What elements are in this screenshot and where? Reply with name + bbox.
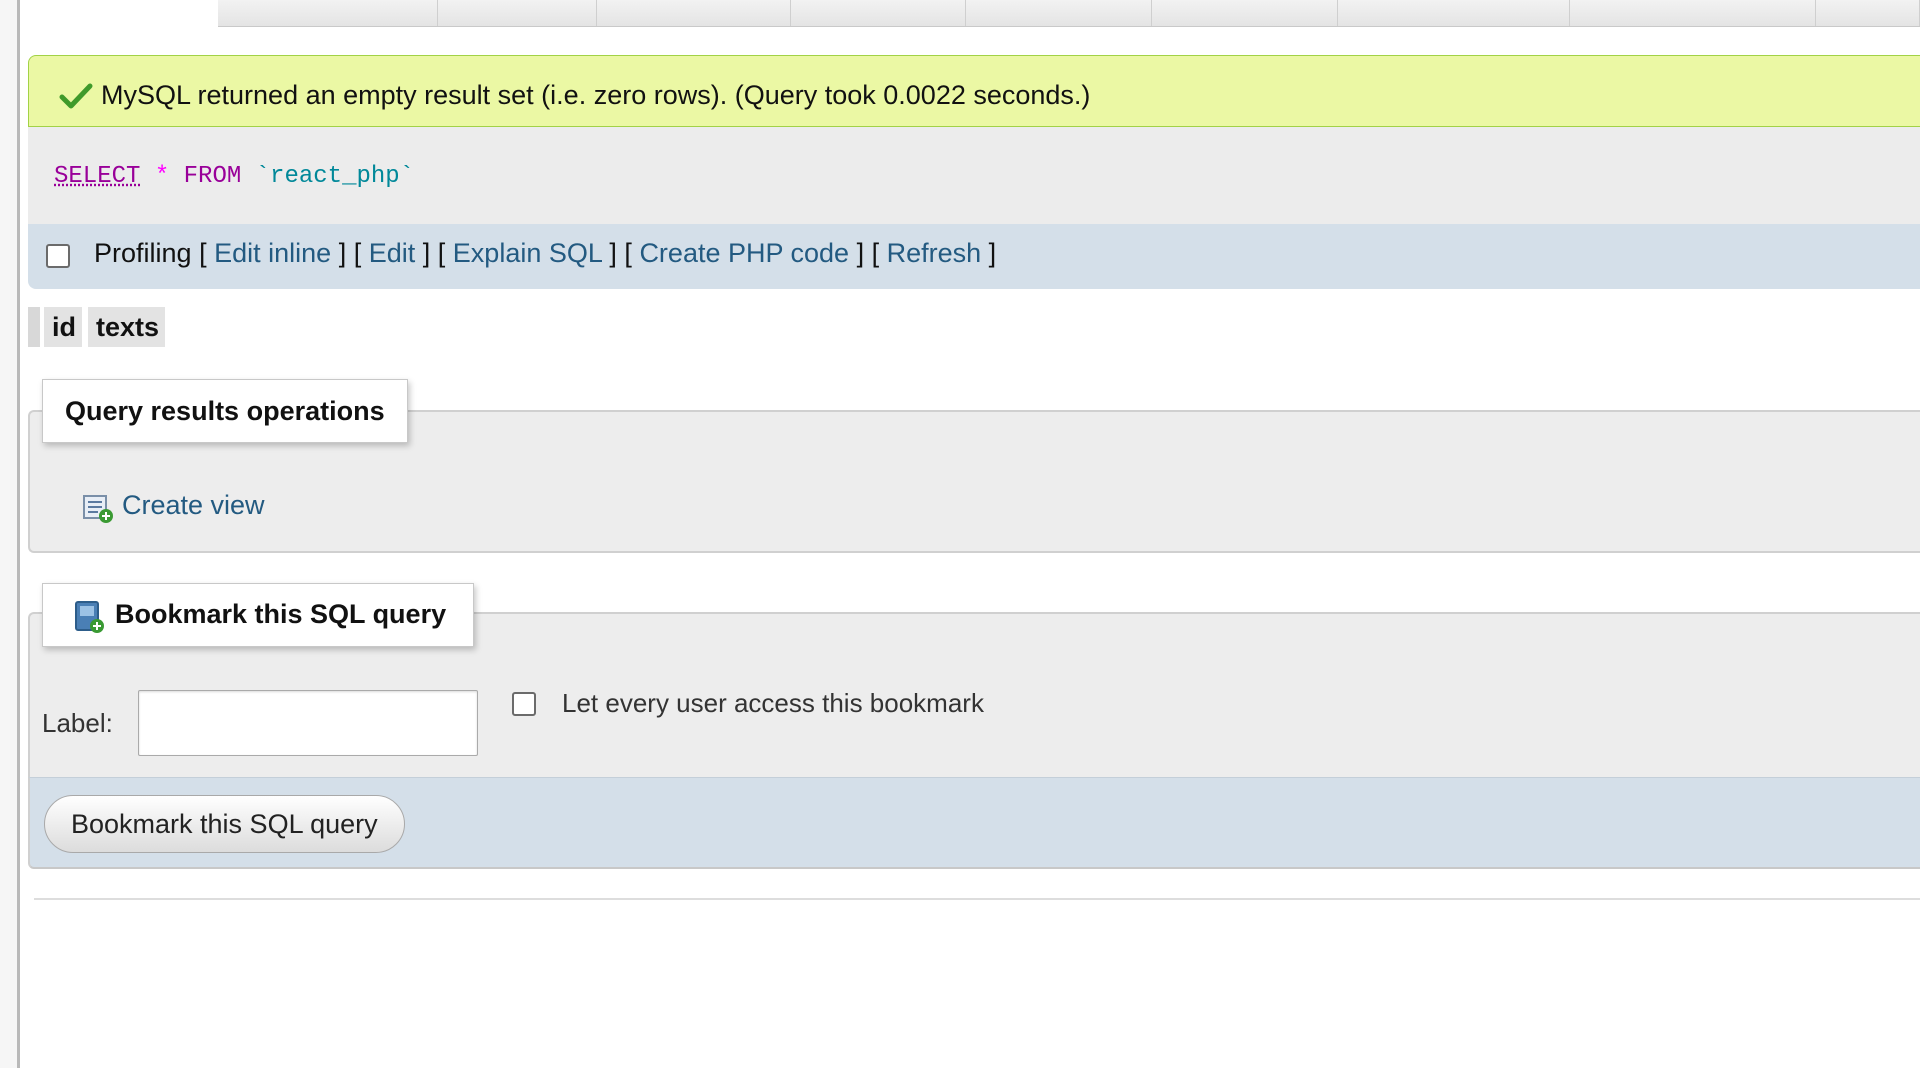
sql-star: * [154, 163, 170, 190]
top-tab[interactable] [1338, 0, 1570, 26]
explain-sql-link[interactable]: Explain SQL [453, 238, 602, 268]
create-view-label[interactable]: Create view [122, 490, 265, 521]
top-tab[interactable] [790, 0, 967, 26]
column-header-texts[interactable]: texts [88, 307, 165, 347]
top-tab[interactable] [966, 0, 1153, 26]
top-tab-bar [218, 0, 1920, 27]
column-spacer [28, 307, 40, 347]
bookmark-fieldset: Bookmark this SQL query Label: Let every… [28, 583, 1920, 779]
left-panel-edge [0, 0, 20, 1068]
edit-link[interactable]: Edit [369, 238, 416, 268]
create-php-code-link[interactable]: Create PHP code [639, 238, 849, 268]
refresh-link[interactable]: Refresh [887, 238, 982, 268]
divider [34, 898, 1920, 900]
check-icon [59, 82, 93, 115]
top-tab[interactable] [1569, 0, 1816, 26]
profiling-label: Profiling [94, 238, 192, 268]
toolbar-links: Profiling [ Edit inline ] [ Edit ] [ Exp… [94, 238, 997, 268]
success-notice: MySQL returned an empty result set (i.e.… [28, 55, 1920, 127]
bookmark-legend: Bookmark this SQL query [42, 583, 474, 647]
bookmark-label-input[interactable] [138, 690, 478, 756]
top-tab[interactable] [437, 0, 597, 26]
label-text: Label: [42, 708, 113, 738]
edit-inline-link[interactable]: Edit inline [214, 238, 331, 268]
query-results-operations-legend: Query results operations [42, 379, 408, 443]
top-tab[interactable] [597, 0, 791, 26]
bookmark-button-bar: Bookmark this SQL query [28, 777, 1920, 869]
bookmark-query-button[interactable]: Bookmark this SQL query [44, 795, 405, 853]
top-tab[interactable] [1815, 0, 1920, 26]
bookmark-legend-label: Bookmark this SQL query [115, 599, 447, 629]
top-tab[interactable] [1152, 0, 1339, 26]
bookmark-icon [73, 600, 105, 641]
sql-table-name: `react_php` [255, 163, 415, 190]
sql-query-box: SELECT * FROM `react_php` [28, 127, 1920, 224]
create-view-icon [82, 492, 114, 529]
notice-message: MySQL returned an empty result set (i.e.… [101, 80, 1091, 110]
sql-keyword-from: FROM [183, 163, 242, 190]
top-tab[interactable] [218, 0, 438, 26]
share-bookmark-checkbox[interactable] [512, 692, 536, 716]
query-toolbar: Profiling [ Edit inline ] [ Edit ] [ Exp… [28, 224, 1920, 289]
query-results-operations-fieldset: Query results operations Create view [28, 379, 1920, 553]
sql-keyword-select[interactable]: SELECT [54, 163, 140, 190]
column-header-id[interactable]: id [44, 307, 82, 347]
share-bookmark-label: Let every user access this bookmark [562, 688, 984, 718]
sql-query: SELECT * FROM `react_php` [54, 163, 414, 190]
profiling-checkbox[interactable] [46, 244, 70, 268]
